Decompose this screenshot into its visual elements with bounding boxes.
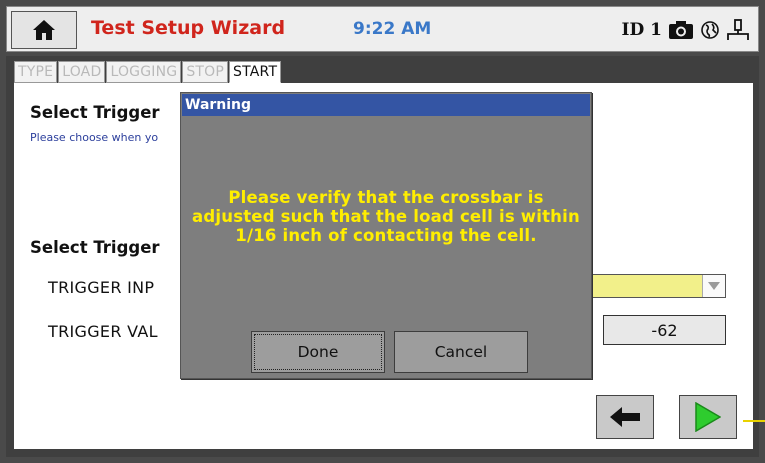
tab-logging[interactable]: LOGGING xyxy=(106,61,182,83)
tab-type[interactable]: TYPE xyxy=(14,61,58,83)
tab-stop[interactable]: STOP xyxy=(182,61,229,83)
tab-start[interactable]: START xyxy=(229,61,282,83)
app-frame: Test Setup Wizard 9:22 AM ID 1 TYPE LOAD… xyxy=(0,0,765,463)
device-id: ID 1 xyxy=(621,20,662,40)
chevron-down-icon[interactable] xyxy=(702,275,725,297)
tab-load[interactable]: LOAD xyxy=(58,61,106,83)
back-button[interactable] xyxy=(596,395,654,439)
warning-dialog: Warning Please verify that the crossbar … xyxy=(180,92,592,379)
select-trigger-heading: Select Trigger xyxy=(30,103,160,122)
play-icon xyxy=(695,402,721,432)
trigger-input-select[interactable] xyxy=(590,274,726,298)
arrow-left-icon xyxy=(610,407,640,427)
dialog-title: Warning xyxy=(182,94,590,116)
callout-line xyxy=(743,420,765,422)
trigger-input-label: TRIGGER INP xyxy=(48,278,155,297)
select-trigger-input-heading: Select Trigger xyxy=(30,238,160,257)
connection-icon[interactable] xyxy=(726,19,750,41)
cancel-button[interactable]: Cancel xyxy=(394,331,528,373)
dialog-message: Please verify that the crossbar is adjus… xyxy=(192,188,580,245)
next-button[interactable] xyxy=(679,395,737,439)
clock: 9:22 AM xyxy=(353,19,432,39)
wizard-tabs: TYPE LOAD LOGGING STOP START xyxy=(14,61,282,83)
top-bar: Test Setup Wizard 9:22 AM ID 1 xyxy=(6,6,759,52)
trigger-value-field[interactable]: -62 xyxy=(603,315,726,345)
camera-icon[interactable] xyxy=(668,20,694,40)
globe-icon[interactable] xyxy=(700,20,720,40)
status-area: ID 1 xyxy=(622,15,750,45)
select-trigger-description: Please choose when yo xyxy=(30,131,159,144)
done-button[interactable]: Done xyxy=(251,331,385,373)
home-button[interactable] xyxy=(11,11,77,49)
trigger-value-label: TRIGGER VAL xyxy=(48,322,158,341)
app-title: Test Setup Wizard xyxy=(91,17,286,39)
home-icon xyxy=(32,19,56,41)
